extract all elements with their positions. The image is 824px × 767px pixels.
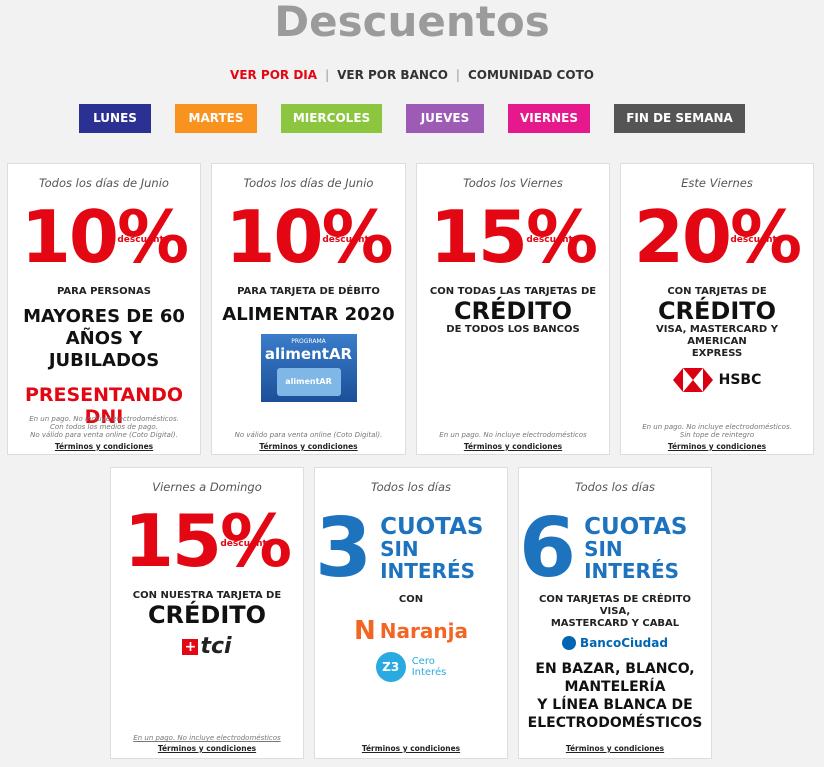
- promo-when: Todos los días de Junio: [39, 176, 169, 190]
- promo-card-bancociudad: Todos los días 6 CUOTAS SIN INTERÉS CON T…: [518, 467, 712, 759]
- promo-when: Viernes a Domingo: [152, 480, 262, 494]
- promo-line: MANTELERÍA: [564, 679, 666, 695]
- promo-when: Todos los días: [370, 480, 452, 494]
- terms-link[interactable]: Términos y condiciones: [519, 744, 711, 753]
- alimentar-logo: PROGRAMA alimentAR alimentAR: [260, 334, 357, 402]
- promo-card-hsbc: Este Viernes 20% descuento CON TARJETAS D…: [620, 163, 814, 455]
- promo-fine-print: En un pago. No incluye electrodomésticos: [439, 431, 587, 439]
- promo-card-viernes-credito: Todos los Viernes 15% descuento CON TODAS…: [416, 163, 610, 455]
- promo-percentage: 10% descuento: [20, 195, 189, 279]
- cuotas-badge: 3 CUOTAS SIN INTERÉS: [315, 501, 484, 596]
- promo-line: CRÉDITO: [147, 601, 267, 629]
- cross-icon: +: [182, 638, 199, 655]
- promo-desc: descuento: [730, 235, 783, 245]
- promo-line: CRÉDITO: [657, 297, 777, 325]
- promo-fine-print: En un pago. No incluye electrodomésticos: [133, 734, 281, 742]
- subnav-separator: |: [455, 68, 460, 82]
- tab-viernes[interactable]: VIERNES: [508, 104, 590, 133]
- naranja-n-icon: N: [354, 616, 376, 646]
- promo-line: ELECTRODOMÉSTICOS: [527, 715, 703, 731]
- promo-fine-print: No válido para venta online (Coto Digita…: [30, 431, 178, 439]
- hsbc-hexagon-icon: [672, 368, 713, 392]
- promo-when: Todos los Viernes: [463, 176, 563, 190]
- cuotas-badge: 6 CUOTAS SIN INTERÉS: [519, 501, 688, 596]
- subnav-separator: |: [325, 68, 330, 82]
- promo-percentage: 20% descuento: [633, 195, 802, 279]
- promo-percentage: 15% descuento: [123, 499, 292, 583]
- subnav-ver-por-dia[interactable]: VER POR DIA: [230, 68, 317, 82]
- promo-card-mayores: Todos los días de Junio 10% descuento PAR…: [7, 163, 201, 455]
- tab-jueves[interactable]: JUEVES: [406, 104, 484, 133]
- terms-link[interactable]: Términos y condiciones: [621, 442, 813, 451]
- promo-line: PARA TARJETA DE DÉBITO: [237, 286, 380, 297]
- promo-percentage: 15% descuento: [429, 195, 598, 279]
- bancociudad-circle-icon: [562, 636, 577, 650]
- promo-fine-print: Sin tope de reintegro: [679, 431, 755, 439]
- hsbc-logo: HSBC: [621, 368, 813, 392]
- promo-line: AÑOS Y JUBILADOS: [48, 328, 160, 371]
- tab-fin-de-semana[interactable]: FIN DE SEMANA: [614, 104, 745, 133]
- promo-desc: descuento: [526, 235, 579, 245]
- day-tabs: LUNES MARTES MIERCOLES JUEVES VIERNES FI…: [0, 104, 824, 133]
- promo-line: EN BAZAR, BLANCO,: [535, 661, 695, 677]
- promo-line: CON TARJETAS DE CRÉDITO VISA,: [538, 594, 692, 617]
- terms-link[interactable]: Términos y condiciones: [212, 442, 405, 451]
- promo-when: Este Viernes: [681, 176, 753, 190]
- promo-line: MAYORES DE 60: [23, 306, 185, 327]
- page-title: Descuentos: [274, 0, 550, 46]
- promo-line: CRÉDITO: [453, 297, 573, 325]
- promo-card-naranja: Todos los días 3 CUOTAS SIN INTERÉS CON N…: [314, 467, 508, 759]
- cero-interes-logo: Z3 Cero Interés: [315, 652, 507, 682]
- naranja-logo: N Naranja: [354, 616, 468, 646]
- promo-desc: descuento: [117, 235, 170, 245]
- terms-link[interactable]: Términos y condiciones: [417, 442, 609, 451]
- tab-martes[interactable]: MARTES: [175, 104, 257, 133]
- promo-line: DE TODOS LOS BANCOS: [446, 324, 580, 335]
- promo-line: MASTERCARD Y CABAL: [550, 618, 680, 629]
- promo-when: Todos los días: [574, 480, 656, 494]
- promo-desc: descuento: [220, 539, 273, 549]
- promo-line: EXPRESS: [691, 348, 743, 359]
- tab-miercoles[interactable]: MIERCOLES: [281, 104, 382, 133]
- promo-line: ALIMENTAR 2020: [222, 304, 395, 325]
- promo-line: VISA, MASTERCARD Y AMERICAN: [656, 324, 778, 347]
- subnav-ver-por-banco[interactable]: VER POR BANCO: [337, 68, 448, 82]
- terms-link[interactable]: Términos y condiciones: [111, 744, 303, 753]
- tci-logo: + tci: [111, 634, 303, 659]
- promo-desc: descuento: [322, 235, 375, 245]
- promo-percentage: 10% descuento: [225, 195, 393, 279]
- promo-card-alimentar: Todos los días de Junio 10% descuento PAR…: [211, 163, 406, 455]
- subnav-comunidad-coto[interactable]: COMUNIDAD COTO: [468, 68, 594, 82]
- promo-fine-print: No válido para venta online (Coto Digita…: [234, 431, 383, 439]
- bancociudad-logo: BancoCiudad: [519, 636, 711, 650]
- terms-link[interactable]: Términos y condiciones: [8, 442, 200, 451]
- promo-card-tci: Viernes a Domingo 15% descuento CON NUEST…: [110, 467, 304, 759]
- terms-link[interactable]: Términos y condiciones: [315, 744, 507, 753]
- subnav: VER POR DIA | VER POR BANCO | COMUNIDAD COTO: [0, 68, 824, 82]
- promo-line: Y LÍNEA BLANCA DE: [537, 697, 693, 713]
- promo-when: Todos los días de Junio: [243, 176, 374, 190]
- promo-line: PARA PERSONAS: [57, 286, 151, 297]
- tab-lunes[interactable]: LUNES: [79, 104, 151, 133]
